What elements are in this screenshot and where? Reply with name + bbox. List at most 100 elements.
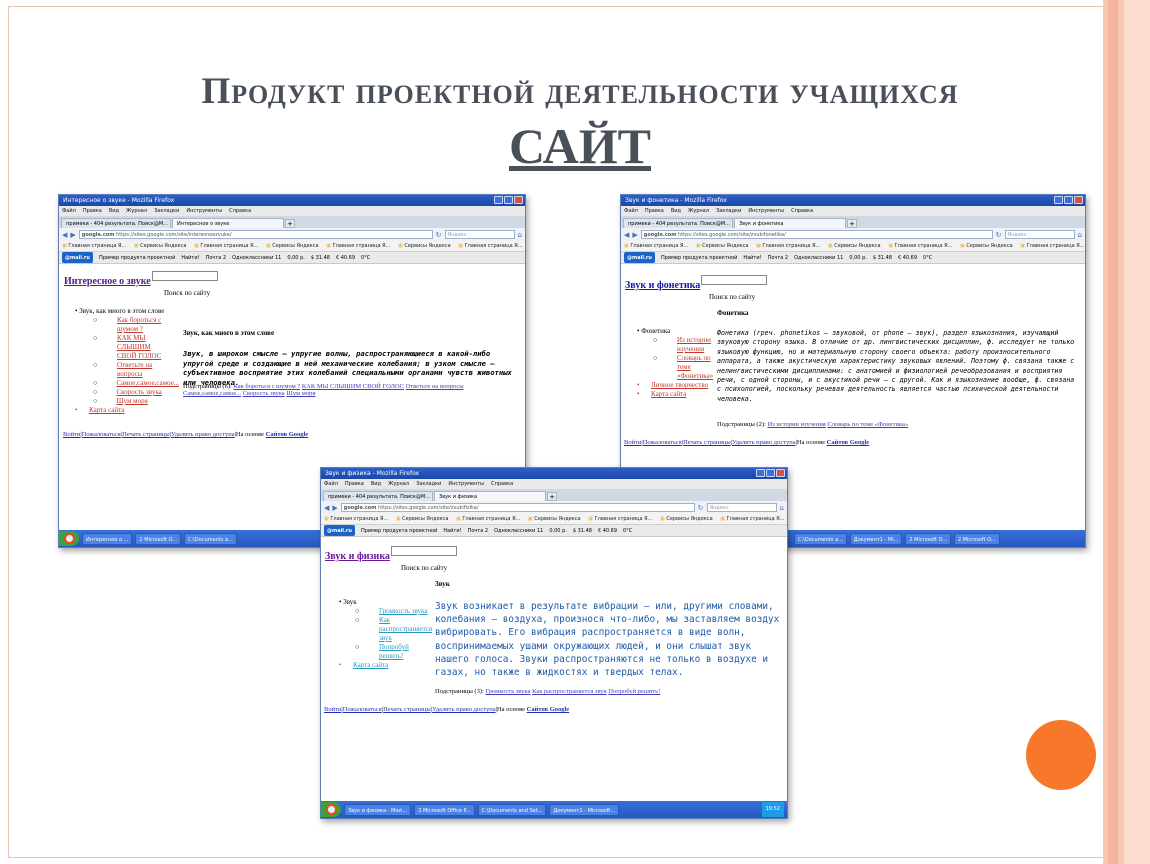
nav-sitemap[interactable]: Карта сайта [353,661,388,670]
toolbar-ok[interactable]: Одноклассники 11 [232,252,281,263]
bookmark-item[interactable]: Главная страница Я... [62,243,126,249]
close-icon[interactable] [514,196,523,204]
mailru-logo[interactable]: @mail.ru [324,525,355,536]
windows-start-icon[interactable] [59,531,79,546]
taskbar-item[interactable]: Документ1 - Microsoft... [549,803,620,816]
minimize-icon[interactable] [1054,196,1063,204]
new-tab-button[interactable]: + [847,219,857,228]
subpage-link[interactable]: Громкость звука [485,688,530,695]
site-title-link[interactable]: Звук и физика [325,551,390,562]
nav-item-top[interactable]: • Звук [339,598,435,607]
bookmark-item[interactable]: Главная страница Я... [326,243,390,249]
taskbar-item[interactable]: 2 Microsoft Office P... [414,803,475,816]
new-tab-button[interactable]: + [547,492,557,501]
bookmark-item[interactable]: Главная страница Я... [888,243,952,249]
forward-icon[interactable]: ▶ [70,231,75,239]
system-tray-clock[interactable]: 19:52 [761,802,784,817]
taskbar-item[interactable]: 2 Microsoft O... [954,532,1000,545]
bookmark-item[interactable]: Главная страница Я... [588,516,652,522]
bookmark-item[interactable]: Сервисы Яндекса [696,243,749,249]
toolbar-project-field[interactable]: Пример продукта проектной [661,252,737,263]
nav-sitemap[interactable]: Карта сайта [89,406,124,415]
footer-remove-access-link[interactable]: Удалить право доступа [171,431,235,438]
bookmark-item[interactable]: Сервисы Яндекса [266,243,319,249]
subpage-link[interactable]: Попробуй решить! [608,688,660,695]
footer-google-sites-link[interactable]: Сайтов Google [527,706,570,713]
mailru-logo[interactable]: @mail.ru [624,252,655,263]
nav-subitem[interactable]: Громкость звука [379,607,435,616]
back-icon[interactable]: ◀ [324,504,329,512]
footer-print-link[interactable]: Печать страницы [122,431,170,438]
menu-view[interactable]: Вид [109,206,119,216]
menu-history[interactable]: Журнал [126,206,147,216]
subpage-link[interactable]: Как бороться с шумом ? [233,383,300,390]
site-search-input[interactable] [151,271,218,281]
menu-tools[interactable]: Инструменты [186,206,222,216]
toolbar-find-button[interactable]: Найти! [743,252,761,263]
menu-tools[interactable]: Инструменты [748,206,784,216]
toolbar-find-button[interactable]: Найти! [443,525,461,536]
nav-item-top[interactable]: • Звук, как много в этом слове [75,307,185,316]
footer-print-link[interactable]: Печать страницы [683,439,731,446]
nav-extra-item[interactable]: Личное творчество [651,381,708,390]
bookmark-item[interactable]: Сервисы Яндекса [828,243,881,249]
search-input[interactable]: Яндекс [706,503,777,512]
taskbar-item[interactable]: C:\Documents and Set... [477,803,547,816]
nav-subitem[interactable]: Ответьте на вопросы [117,361,169,379]
menu-file[interactable]: Файл [62,206,76,216]
close-icon[interactable] [776,469,785,477]
nav-subitem[interactable]: Как бороться с шумом ? [117,316,169,334]
url-input[interactable]: google.com https://sites.google.com/site… [640,230,993,239]
mailru-logo[interactable]: @mail.ru [62,252,93,263]
menu-help[interactable]: Справка [229,206,251,216]
menu-edit[interactable]: Правка [645,206,664,216]
toolbar-ok[interactable]: Одноклассники 11 [794,252,843,263]
bookmark-item[interactable]: Сервисы Яндекса [528,516,581,522]
menu-history[interactable]: Журнал [388,479,409,489]
nav-subitem[interactable]: Словарь по теме «Фонетика» [677,354,717,381]
forward-icon[interactable]: ▶ [632,231,637,239]
subpage-link[interactable]: Ответьте на вопросы [406,383,464,390]
site-search-input[interactable] [390,546,457,556]
subpage-link[interactable]: Как распространяется звук [532,688,607,695]
nav-subitem[interactable]: Шум моря [116,397,185,406]
menu-edit[interactable]: Правка [83,206,102,216]
nav-subitem[interactable]: Самое,самое,самое... [116,379,185,388]
forward-icon[interactable]: ▶ [332,504,337,512]
taskbar-item[interactable]: Звук и физика - Mozi... [344,803,412,816]
menu-help[interactable]: Справка [491,479,513,489]
toolbar-find-button[interactable]: Найти! [181,252,199,263]
nav-subitem[interactable]: Из истории изучения [677,336,717,354]
bookmark-item[interactable]: Главная страница Я... [458,243,522,249]
taskbar-item[interactable]: C:\Documents a... [794,532,847,545]
minimize-icon[interactable] [756,469,765,477]
footer-print-link[interactable]: Печать страницы [383,706,431,713]
bookmark-item[interactable]: Сервисы Яндекса [398,243,451,249]
nav-item-top[interactable]: • Фонетика [637,327,717,336]
new-tab-button[interactable]: + [285,219,295,228]
home-icon[interactable]: ⌂ [518,231,522,239]
nav-subitem[interactable]: Как распространяется звук [379,616,435,643]
toolbar-project-field[interactable]: Пример продукта проектной [99,252,175,263]
menu-help[interactable]: Справка [791,206,813,216]
bookmark-item[interactable]: Главная страница Я... [456,516,520,522]
menu-view[interactable]: Вид [371,479,381,489]
menu-view[interactable]: Вид [671,206,681,216]
nav-subitem[interactable]: КАК МЫ СЛЫШИМ СВОЙ ГОЛОС [117,334,169,361]
taskbar-item[interactable]: Интересное о ... [82,532,133,545]
taskbar-item[interactable]: 2 Microsoft O... [905,532,952,545]
search-input[interactable]: Яндекс [1004,230,1075,239]
tab-active[interactable]: Звук и физика [434,491,546,501]
footer-login-link[interactable]: Войти [324,706,341,713]
footer-google-sites-link[interactable]: Сайтов Google [266,431,309,438]
reload-icon[interactable]: ↻ [698,504,704,512]
home-icon[interactable]: ⌂ [780,504,784,512]
bookmark-item[interactable]: Сервисы Яндекса [660,516,713,522]
windows-start-icon[interactable] [321,802,341,817]
menu-history[interactable]: Журнал [688,206,709,216]
reload-icon[interactable]: ↻ [996,231,1002,239]
tab-active[interactable]: Интересное о звуке [172,218,284,228]
menu-file[interactable]: Файл [324,479,338,489]
back-icon[interactable]: ◀ [624,231,629,239]
back-icon[interactable]: ◀ [62,231,67,239]
